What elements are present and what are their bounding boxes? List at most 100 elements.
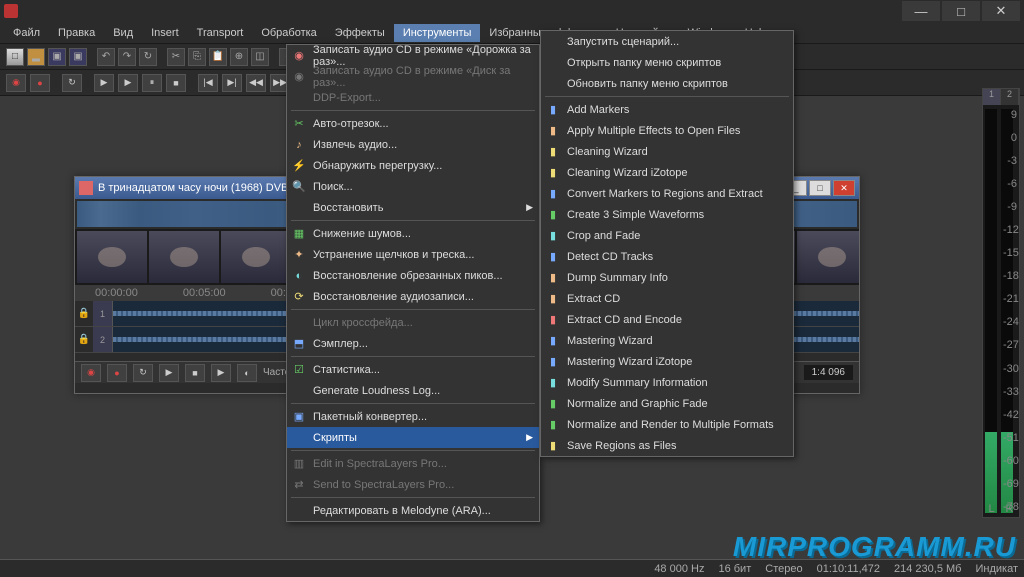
menu-item[interactable]: ✦Устранение щелчков и треска... [287, 244, 539, 265]
menu-item-label: Generate Loudness Log... [313, 385, 440, 397]
menu-файл[interactable]: Файл [4, 24, 49, 42]
menu-item[interactable]: ✂Авто-отрезок... [287, 113, 539, 134]
submenu-item[interactable]: Обновить папку меню скриптов [541, 73, 793, 94]
redo-button[interactable]: ↷ [118, 48, 136, 66]
submenu-item[interactable]: Запустить сценарий... [541, 31, 793, 52]
menu-transport[interactable]: Transport [188, 24, 253, 42]
submenu-item-label: Crop and Fade [567, 230, 640, 242]
paste-button[interactable]: 📋 [209, 48, 227, 66]
mix-button[interactable]: ⊕ [230, 48, 248, 66]
script-icon: ▮ [545, 207, 561, 223]
menu-item-icon: ⇄ [291, 477, 307, 493]
menu-item[interactable]: ♪Извлечь аудио... [287, 134, 539, 155]
save-button[interactable]: ▣ [48, 48, 66, 66]
submenu-item[interactable]: ▮Cleaning Wizard [541, 141, 793, 162]
submenu-item[interactable]: ▮Extract CD and Encode [541, 309, 793, 330]
menu-обработка[interactable]: Обработка [252, 24, 325, 42]
go-start-button[interactable]: |◀ [198, 74, 218, 92]
cut-button[interactable]: ✂ [167, 48, 185, 66]
menu-item[interactable]: Восстановить▶ [287, 197, 539, 218]
menu-item[interactable]: ⬒Сэмплер... [287, 333, 539, 354]
close-button[interactable]: ✕ [982, 1, 1020, 21]
submenu-item[interactable]: ▮Mastering Wizard iZotope [541, 351, 793, 372]
submenu-item[interactable]: ▮Save Regions as Files [541, 435, 793, 456]
minimize-button[interactable]: — [902, 1, 940, 21]
submenu-arrow-icon: ▶ [526, 202, 533, 213]
meter-scale-tick: -9 [1003, 201, 1017, 213]
play-all-button[interactable]: ▶ [118, 74, 138, 92]
record-button[interactable]: ● [30, 74, 50, 92]
menu-item[interactable]: ⚡Обнаружить перегрузку... [287, 155, 539, 176]
menu-item[interactable]: ◐Восстановление обрезанных пиков... [287, 265, 539, 286]
submenu-item[interactable]: ▮Dump Summary Info [541, 267, 793, 288]
stop-button[interactable]: ■ [166, 74, 186, 92]
loop-button[interactable]: ↻ [62, 74, 82, 92]
stop-button[interactable]: ■ [185, 364, 205, 382]
submenu-item[interactable]: ▮Mastering Wizard [541, 330, 793, 351]
undo-button[interactable]: ↶ [97, 48, 115, 66]
submenu-item[interactable]: ▮Cleaning Wizard iZotope [541, 162, 793, 183]
status-bit-depth: 16 бит [718, 563, 751, 575]
menu-вид[interactable]: Вид [104, 24, 142, 42]
go-end-button[interactable]: ▶| [222, 74, 242, 92]
trim-button[interactable]: ◫ [251, 48, 269, 66]
play-button[interactable]: ▶ [159, 364, 179, 382]
window-maximize-button[interactable]: □ [809, 180, 831, 196]
script-icon: ▮ [545, 144, 561, 160]
submenu-item[interactable]: ▮Normalize and Graphic Fade [541, 393, 793, 414]
copy-button[interactable]: ⎘ [188, 48, 206, 66]
menu-insert[interactable]: Insert [142, 24, 188, 42]
menu-item: ◉Записать аудио CD в режиме «Диск за раз… [287, 66, 539, 87]
repeat-button[interactable]: ↻ [139, 48, 157, 66]
pause-button[interactable]: ⏸ [142, 74, 162, 92]
submenu-item[interactable]: ▮Detect CD Tracks [541, 246, 793, 267]
loop-button[interactable]: ↻ [133, 364, 153, 382]
submenu-item[interactable]: ▮Normalize and Render to Multiple Format… [541, 414, 793, 435]
lock-icon[interactable]: 🔒 [75, 327, 93, 352]
submenu-item[interactable]: ▮Modify Summary Information [541, 372, 793, 393]
submenu-item-label: Обновить папку меню скриптов [567, 78, 728, 90]
samples-field[interactable]: 1:4 096 [804, 365, 853, 380]
menu-item[interactable]: Редактировать в Melodyne (ARA)... [287, 500, 539, 521]
menu-item[interactable]: ⟳Восстановление аудиозаписи... [287, 286, 539, 307]
submenu-item[interactable]: Открыть папку меню скриптов [541, 52, 793, 73]
lock-icon[interactable]: 🔒 [75, 301, 93, 326]
window-close-button[interactable]: ✕ [833, 180, 855, 196]
play-button[interactable]: ▶ [94, 74, 114, 92]
open-button[interactable]: ▂ [27, 48, 45, 66]
play-cursor-button[interactable]: ▶ [211, 364, 231, 382]
maximize-button[interactable]: □ [942, 1, 980, 21]
meter-tab-1[interactable]: 1 [983, 89, 1001, 105]
submenu-item[interactable]: ▮Apply Multiple Effects to Open Files [541, 120, 793, 141]
menu-item[interactable]: Скрипты▶ [287, 427, 539, 448]
arm-record-button[interactable]: ◉ [81, 364, 101, 382]
script-icon: ▮ [545, 123, 561, 139]
menu-эффекты[interactable]: Эффекты [326, 24, 394, 42]
submenu-item[interactable]: ▮Crop and Fade [541, 225, 793, 246]
menu-item[interactable]: ▦Снижение шумов... [287, 223, 539, 244]
menu-item[interactable]: ☑Статистика... [287, 359, 539, 380]
script-icon: ▮ [545, 438, 561, 454]
scrub-button[interactable]: ◐ [237, 364, 257, 382]
track-number[interactable]: 2 [93, 327, 113, 352]
submenu-item[interactable]: ▮Add Markers [541, 99, 793, 120]
meter-scale-tick: -69 [1003, 478, 1017, 490]
menu-item[interactable]: Generate Loudness Log... [287, 380, 539, 401]
submenu-item[interactable]: ▮Create 3 Simple Waveforms [541, 204, 793, 225]
menu-правка[interactable]: Правка [49, 24, 104, 42]
menu-item[interactable]: 🔍Поиск... [287, 176, 539, 197]
arm-record-button[interactable]: ◉ [6, 74, 26, 92]
meter-tab-2[interactable]: 2 [1001, 89, 1019, 105]
menu-item[interactable]: ◉Записать аудио CD в режиме «Дорожка за … [287, 45, 539, 66]
submenu-item[interactable]: ▮Extract CD [541, 288, 793, 309]
menu-инструменты[interactable]: Инструменты [394, 24, 481, 42]
menu-item-icon: ⬒ [291, 336, 307, 352]
rewind-button[interactable]: ◀◀ [246, 74, 266, 92]
record-button[interactable]: ● [107, 364, 127, 382]
submenu-item[interactable]: ▮Convert Markers to Regions and Extract [541, 183, 793, 204]
new-button[interactable]: □ [6, 48, 24, 66]
thumbnail [797, 231, 859, 283]
track-number[interactable]: 1 [93, 301, 113, 326]
menu-item[interactable]: ▣Пакетный конвертер... [287, 406, 539, 427]
save-as-button[interactable]: ▣ [69, 48, 87, 66]
